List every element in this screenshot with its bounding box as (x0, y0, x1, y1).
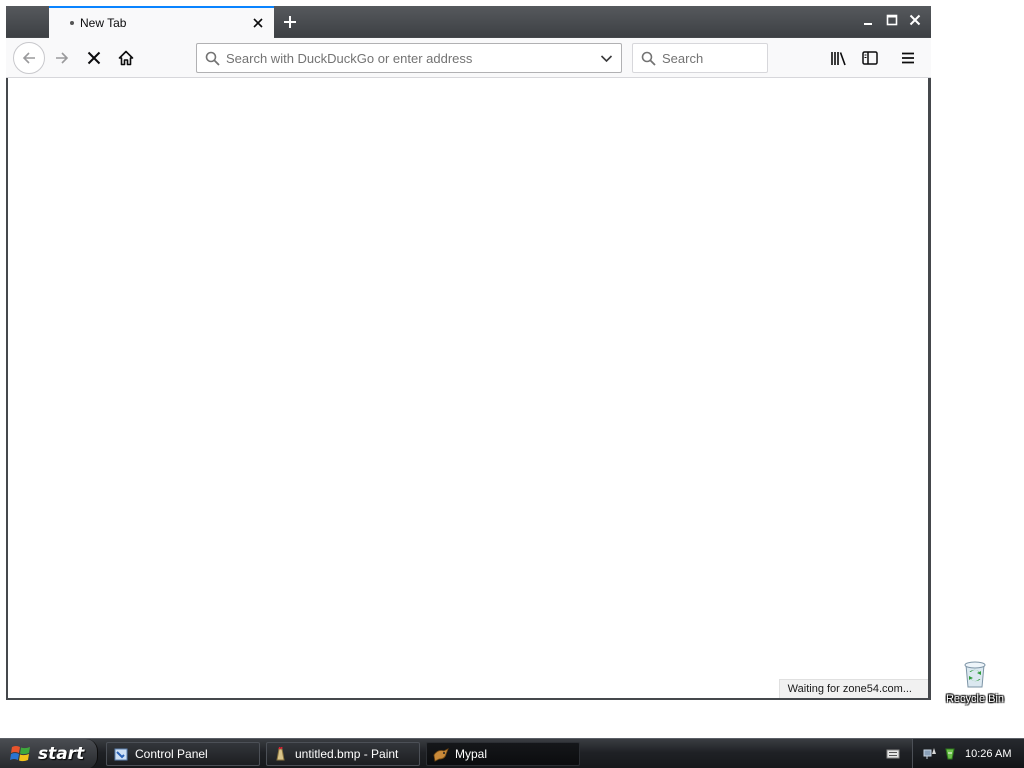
search-icon (641, 51, 656, 66)
taskbar-item-paint[interactable]: untitled.bmp - Paint (266, 742, 420, 766)
control-panel-icon (113, 746, 129, 762)
tab-close-button[interactable] (248, 13, 268, 33)
close-window-button[interactable] (905, 9, 925, 31)
library-button[interactable] (824, 44, 852, 72)
mypal-icon (433, 746, 449, 762)
menu-button[interactable] (894, 44, 922, 72)
forward-button[interactable] (48, 44, 76, 72)
arrow-left-icon (22, 52, 35, 64)
sidebar-icon (862, 51, 878, 65)
stop-button[interactable] (80, 44, 108, 72)
recycle-bin-icon (964, 661, 986, 688)
title-bar: New Tab (6, 6, 931, 38)
windows-logo-icon (10, 746, 30, 762)
minimize-icon (864, 23, 872, 25)
back-button[interactable] (13, 42, 45, 74)
tab-new-tab[interactable]: New Tab (49, 6, 274, 38)
library-icon (830, 51, 846, 65)
address-bar[interactable] (196, 43, 622, 73)
navigation-toolbar (6, 38, 931, 78)
browser-window: New Tab Search with DuckDuckGo or enter … (6, 6, 931, 700)
system-tray: 10:26 AM (912, 739, 1024, 768)
status-panel: Waiting for zone54.com... (778, 679, 928, 698)
paint-icon (273, 746, 289, 762)
search-input[interactable] (662, 50, 758, 66)
taskbar-item-mypal[interactable]: Mypal (426, 742, 580, 766)
maximize-button[interactable] (882, 9, 902, 31)
home-button[interactable] (112, 44, 140, 72)
address-input[interactable] (226, 48, 600, 68)
search-bar[interactable] (632, 43, 768, 73)
stop-icon (87, 51, 101, 65)
arrow-right-icon (56, 52, 69, 64)
home-icon (118, 50, 134, 66)
sidebar-button[interactable] (856, 44, 884, 72)
taskbar-item-control-panel[interactable]: Control Panel (106, 742, 260, 766)
taskbar-item-label: Control Panel (135, 747, 208, 761)
search-icon (205, 51, 220, 66)
tab-loading-dot (70, 21, 74, 25)
taskbar-item-label: Mypal (455, 747, 488, 761)
page-content[interactable]: Waiting for zone54.com... (8, 78, 928, 698)
safely-remove-hardware-icon[interactable] (943, 746, 957, 762)
recycle-bin-label: Recycle Bin (945, 693, 1005, 705)
taskbar: start Control Panel untitled.bmp - Paint… (0, 738, 1024, 768)
close-icon (253, 18, 263, 28)
plus-icon (284, 16, 296, 28)
close-icon (909, 14, 921, 26)
clock[interactable]: 10:26 AM (965, 748, 1011, 760)
network-icon[interactable] (923, 746, 939, 762)
start-label: start (38, 744, 85, 764)
start-button[interactable]: start (0, 739, 98, 768)
tab-title: New Tab (80, 16, 127, 30)
chevron-down-icon[interactable] (600, 52, 613, 65)
recycle-bin-shortcut[interactable]: Recycle Bin (944, 656, 1006, 712)
minimize-button[interactable] (858, 9, 878, 31)
hamburger-menu-icon (902, 52, 914, 64)
taskbar-item-label: untitled.bmp - Paint (295, 747, 399, 761)
keyboard-icon[interactable] (886, 747, 900, 761)
new-tab-button[interactable] (278, 10, 302, 34)
maximize-icon (886, 14, 898, 26)
